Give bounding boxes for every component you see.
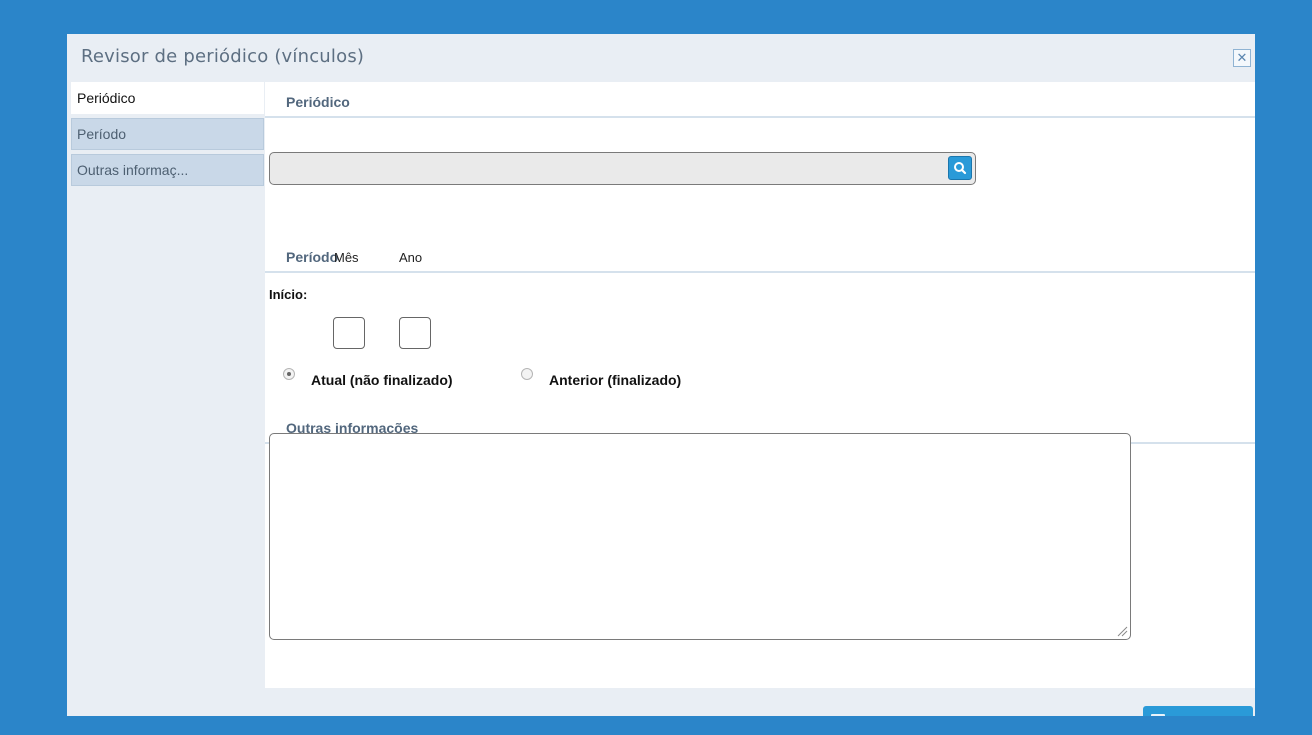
radio-atual-label: Atual (não finalizado) <box>311 372 453 388</box>
section-title: Período <box>286 249 339 265</box>
outras-informacoes-textarea[interactable] <box>269 433 1131 640</box>
tab-label: Outras informaç... <box>77 162 189 178</box>
tab-periodico[interactable]: Periódico <box>71 82 264 114</box>
ano-input[interactable] <box>399 317 431 349</box>
radio-atual[interactable] <box>283 368 295 380</box>
section-header-periodico: Periódico <box>265 88 1255 118</box>
tab-label: Período <box>77 126 127 142</box>
tab-periodo[interactable]: Período <box>71 118 264 150</box>
tab-outras-informacoes[interactable]: Outras informaç... <box>71 154 264 186</box>
dialog-window: Revisor de periódico (vínculos) ✕ Periód… <box>67 34 1255 716</box>
periodico-search-field <box>269 152 976 185</box>
ano-label: Ano <box>399 250 423 265</box>
save-icon <box>1151 714 1165 716</box>
close-button[interactable]: ✕ <box>1233 49 1251 67</box>
close-icon: ✕ <box>1236 50 1248 65</box>
periodico-search-input[interactable] <box>274 156 944 182</box>
content-panel: Periódico Período Mês Ano Início: Atual … <box>265 82 1255 688</box>
mes-input[interactable] <box>333 317 365 349</box>
search-button[interactable] <box>948 156 972 180</box>
resize-grip-icon[interactable] <box>1116 625 1128 637</box>
mes-label: Mês <box>334 250 359 265</box>
sidebar-tabs: Periódico Período Outras informaç... <box>71 82 264 190</box>
dialog-title: Revisor de periódico (vínculos) <box>81 46 365 67</box>
inicio-label: Início: <box>269 287 308 302</box>
section-title: Periódico <box>286 94 350 110</box>
radio-anterior-label: Anterior (finalizado) <box>549 372 682 388</box>
tab-label: Periódico <box>77 90 136 106</box>
save-button[interactable] <box>1143 706 1253 716</box>
search-icon <box>954 162 967 175</box>
dialog-titlebar[interactable]: Revisor de periódico (vínculos) ✕ <box>67 34 1255 82</box>
radio-anterior[interactable] <box>521 368 533 380</box>
